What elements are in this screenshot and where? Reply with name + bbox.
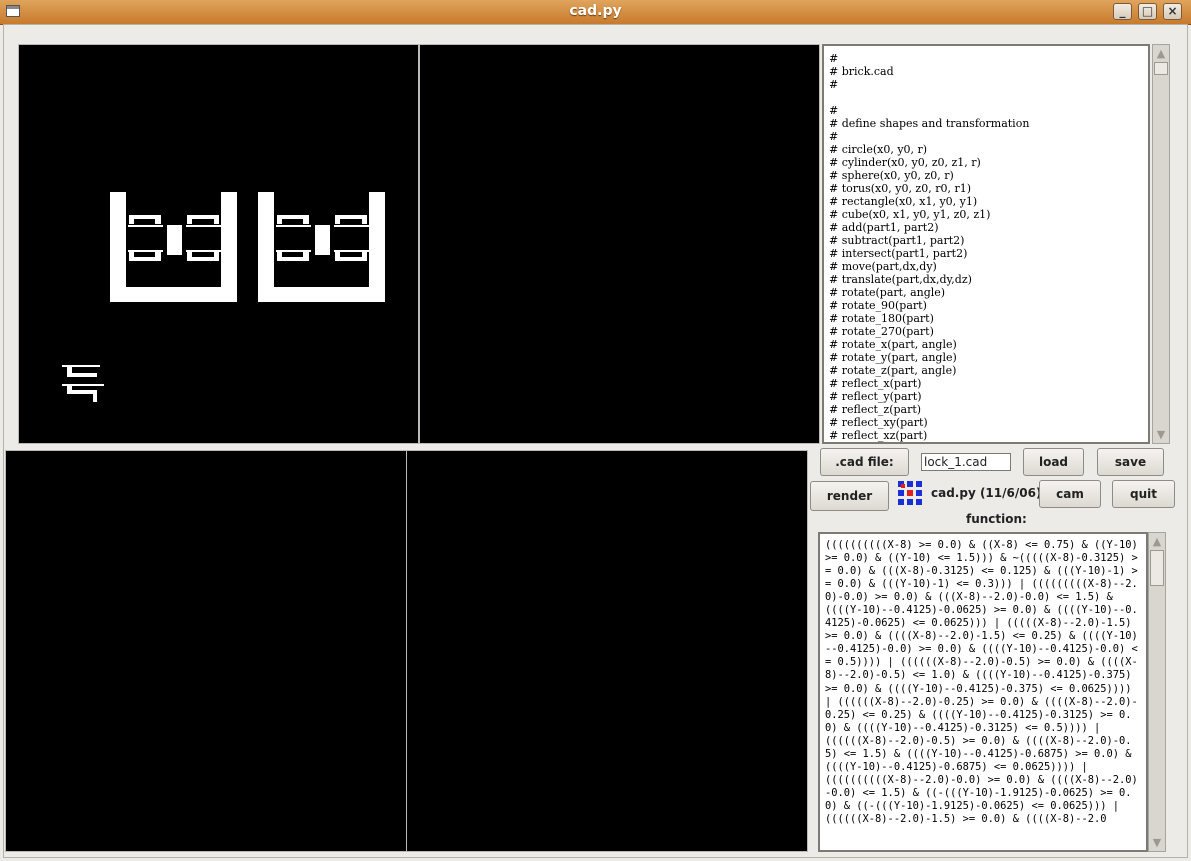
- render-view-xz[interactable]: [419, 44, 820, 444]
- cad-script-editor[interactable]: # # brick.cad # # # define shapes and tr…: [822, 44, 1150, 444]
- function-text: ((((((((((X-8) >= 0.0) & ((X-8) <= 0.75)…: [825, 539, 1145, 825]
- function-scroll-thumb[interactable]: [1150, 550, 1164, 586]
- cad-script-text: # # brick.cad # # # define shapes and tr…: [829, 52, 1030, 442]
- scroll-down-icon[interactable]: ▼: [1154, 428, 1168, 441]
- function-label: function:: [966, 512, 1027, 526]
- cad-file-input[interactable]: [921, 453, 1011, 471]
- window-title: cad.py: [569, 3, 622, 19]
- render-shape-preview: [62, 192, 385, 402]
- function-scrollbar[interactable]: ▲ ▼: [1148, 532, 1166, 852]
- load-button[interactable]: load: [1023, 448, 1084, 476]
- cam-button[interactable]: cam: [1039, 480, 1101, 508]
- title-bar: cad.py _ □ ×: [0, 0, 1191, 25]
- minimize-button[interactable]: _: [1113, 3, 1132, 20]
- render-view-yz[interactable]: [5, 450, 407, 852]
- scroll-thumb[interactable]: [1154, 62, 1168, 75]
- function-scroll-down-icon[interactable]: ▼: [1150, 836, 1164, 849]
- render-view-xy[interactable]: [18, 44, 419, 444]
- maximize-button[interactable]: □: [1138, 3, 1157, 20]
- scroll-up-icon[interactable]: ▲: [1154, 47, 1168, 60]
- render-button[interactable]: render: [810, 481, 889, 511]
- render-view-3d[interactable]: [406, 450, 808, 852]
- script-scrollbar[interactable]: ▲ ▼: [1152, 44, 1170, 444]
- app-logo-icon: [898, 481, 924, 507]
- function-text-area[interactable]: ((((((((((X-8) >= 0.0) & ((X-8) <= 0.75)…: [818, 532, 1148, 852]
- function-scroll-up-icon[interactable]: ▲: [1150, 535, 1164, 548]
- cad-file-button[interactable]: .cad file:: [820, 448, 909, 476]
- quit-button[interactable]: quit: [1112, 480, 1175, 508]
- app-version-label: cad.py (11/6/06): [931, 486, 1042, 500]
- save-button[interactable]: save: [1097, 448, 1164, 476]
- close-button[interactable]: ×: [1163, 3, 1182, 20]
